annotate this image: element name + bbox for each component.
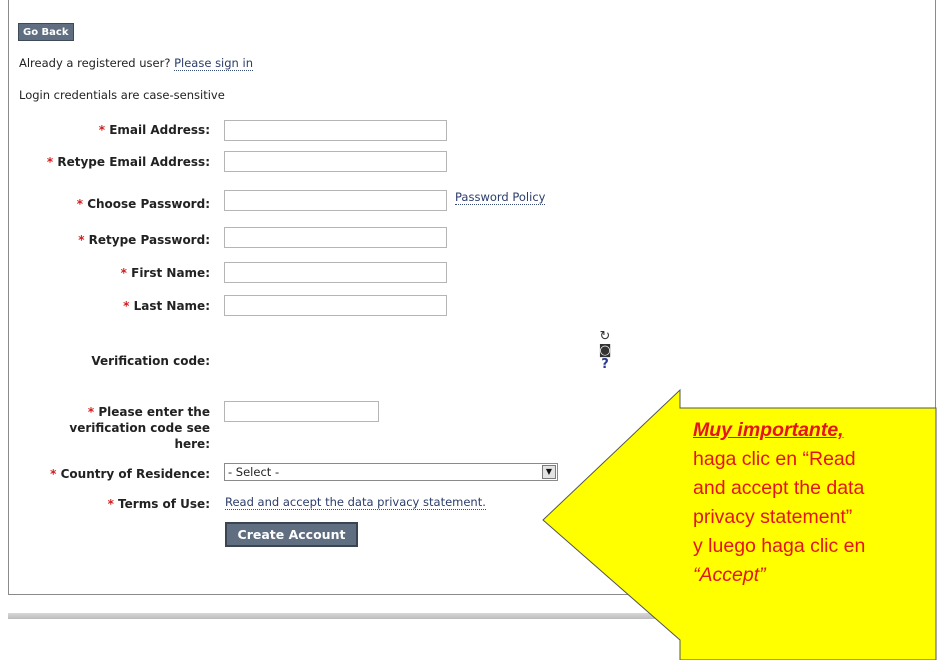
callout-line-5: “Accept”	[693, 564, 766, 586]
callout-line-4: y luego haga clic en	[693, 535, 866, 557]
callout-text: Muy importante, haga clic en “Read and a…	[693, 416, 933, 590]
callout-line-1: haga clic en “Read	[693, 448, 856, 470]
callout-line-3: privacy statement”	[693, 506, 853, 528]
callout-line-2: and accept the data	[693, 477, 865, 499]
callout-heading: Muy importante,	[693, 419, 844, 441]
